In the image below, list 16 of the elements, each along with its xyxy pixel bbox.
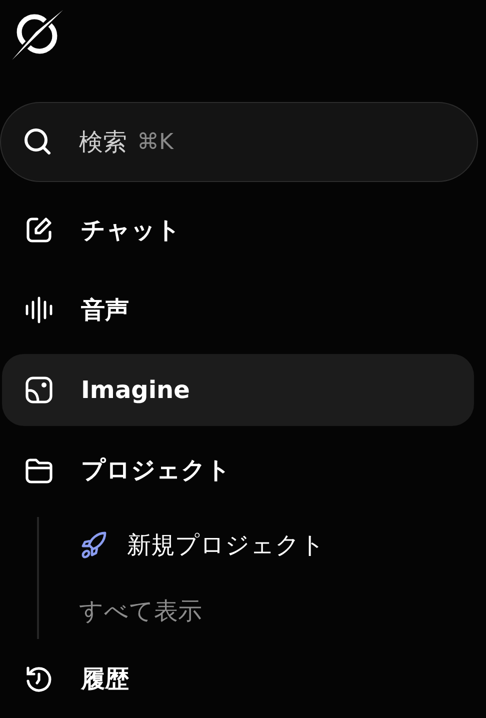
new-project-item[interactable]: 新規プロジェクト	[39, 517, 335, 573]
edit-icon	[24, 215, 54, 245]
nav-item[interactable]: Imagine	[2, 354, 474, 426]
image-icon	[24, 375, 54, 405]
nav-item[interactable]: 履歴	[2, 647, 474, 711]
search-bar[interactable]: 検索 ⌘K	[0, 102, 478, 182]
rocket-icon	[79, 530, 109, 560]
shortcut-hint: ⌘K	[137, 130, 174, 154]
nav-item[interactable]: チャット	[2, 194, 474, 266]
show-all-link[interactable]: すべて表示	[39, 583, 335, 639]
waveform-icon	[24, 295, 54, 325]
history-icon	[24, 664, 54, 694]
search-icon	[23, 127, 53, 157]
nav-item[interactable]: 音声	[2, 274, 474, 346]
search-input[interactable]: 検索	[79, 128, 137, 156]
nav-item[interactable]: プロジェクト	[2, 434, 474, 506]
